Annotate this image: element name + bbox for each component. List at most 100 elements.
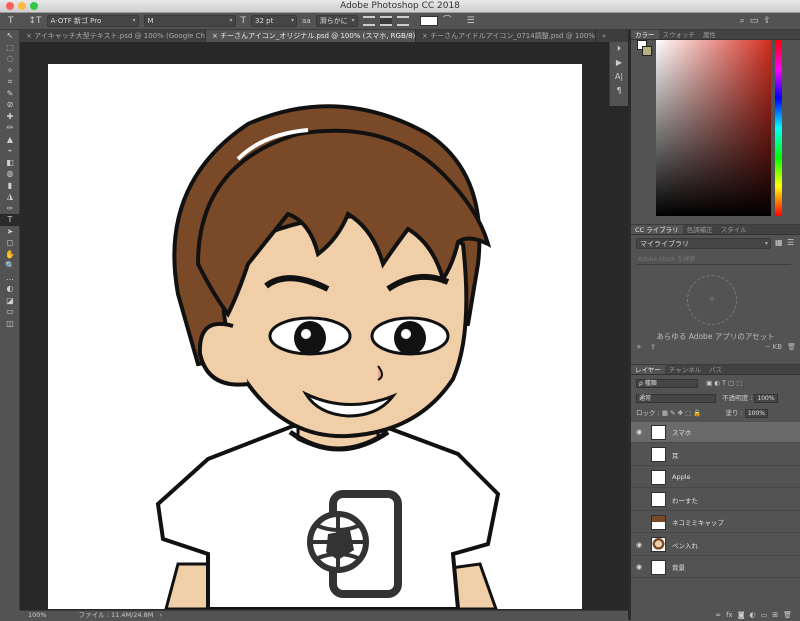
healing-tool-icon[interactable]: ✚ — [0, 111, 20, 123]
lasso-tool-icon[interactable]: ◌ — [0, 53, 20, 65]
layer-row[interactable]: 耳 — [631, 445, 800, 466]
blur-tool-icon[interactable]: ▮ — [0, 180, 20, 192]
layer-row[interactable]: ◉ ペン入れ — [631, 535, 800, 556]
layer-visibility-icon[interactable]: ◉ — [631, 541, 647, 549]
warp-text-icon[interactable]: ⌒ — [443, 15, 452, 27]
layer-visibility-icon[interactable]: ◉ — [631, 563, 647, 571]
layer-row[interactable]: Apple — [631, 467, 800, 488]
tab-document-1[interactable]: × アイキャッチ大型テキスト.psd @ 100% (Google Chro..… — [20, 30, 206, 42]
type-tool-preset-icon[interactable]: T — [8, 15, 14, 27]
opacity-input[interactable]: 100% — [754, 393, 778, 403]
hue-slider[interactable] — [775, 40, 782, 216]
type-tool-icon[interactable]: T — [0, 214, 20, 226]
layer-row[interactable]: ネコミミキャップ — [631, 512, 800, 533]
file-info[interactable]: ファイル : 11.4M/24.8M — [79, 611, 154, 619]
tab-overflow-icon[interactable]: » — [596, 30, 616, 42]
antialias-select[interactable]: 滑らかに — [315, 15, 358, 27]
layer-style-icon[interactable]: fx — [726, 609, 733, 621]
tab-paths[interactable]: パス — [705, 365, 726, 374]
tab-adjustments[interactable]: 色調補正 — [683, 225, 717, 234]
brush-tool-icon[interactable]: ✏ — [0, 122, 20, 134]
library-select[interactable]: マイライブラリ — [636, 238, 771, 249]
minimize-window-button[interactable] — [18, 2, 26, 10]
tab-color[interactable]: カラー — [631, 30, 659, 39]
text-orientation-icon[interactable]: ↕T — [29, 15, 42, 27]
document-canvas[interactable] — [48, 64, 582, 609]
workspace[interactable] — [20, 42, 628, 610]
add-asset-circle[interactable]: + — [687, 275, 737, 325]
tab-document-3[interactable]: × チーさんアイドルアイコン_0714調整.psd @ 100% (ロ... — [416, 30, 596, 42]
align-left-icon[interactable] — [362, 16, 375, 26]
dodge-tool-icon[interactable]: ◮ — [0, 191, 20, 203]
artboard-tool-icon[interactable]: ◫ — [0, 318, 20, 330]
tab-properties[interactable]: 属性 — [699, 30, 720, 39]
align-right-icon[interactable] — [396, 16, 409, 26]
workspace-icon[interactable]: ▭ — [750, 15, 759, 27]
crop-tool-icon[interactable]: ⌗ — [0, 76, 20, 88]
layer-row[interactable]: わーすた — [631, 490, 800, 511]
tab-cc-libraries[interactable]: CC ライブラリ — [631, 225, 683, 234]
trash-icon[interactable]: 🗑 — [787, 343, 796, 351]
fg-bg-swatches[interactable] — [637, 40, 652, 56]
marquee-tool-icon[interactable]: ⬚ — [0, 42, 20, 54]
zoom-tool-icon[interactable]: 🔍 — [0, 260, 20, 272]
character-panel-icon[interactable]: ☰ — [467, 15, 475, 27]
color-picker-field[interactable] — [656, 40, 771, 216]
new-group-icon[interactable]: ▭ — [761, 609, 768, 621]
stamp-tool-icon[interactable]: ▲ — [0, 134, 20, 146]
list-view-icon[interactable]: ☰ — [787, 238, 794, 247]
font-family-select[interactable]: A-OTF 新ゴ Pro — [46, 15, 139, 27]
delete-layer-icon[interactable]: 🗑 — [783, 609, 792, 621]
layer-kind-filter[interactable]: ρ 種類 — [636, 378, 698, 388]
spot-heal-tool-icon[interactable]: ⊘ — [0, 99, 20, 111]
font-size-select[interactable]: 32 pt — [251, 15, 298, 27]
play-icon[interactable]: ⏵ — [610, 42, 628, 56]
lock-icons[interactable]: ▦ ✎ ✥ ⬚ 🔒 — [662, 409, 702, 417]
more-tool-icon[interactable]: … — [0, 272, 20, 284]
font-style-select[interactable]: M — [143, 15, 236, 27]
history-brush-tool-icon[interactable]: ⌁ — [0, 145, 20, 157]
zoom-window-button[interactable] — [30, 2, 38, 10]
shape-tool-icon[interactable]: ◻ — [0, 237, 20, 249]
link-layers-icon[interactable]: ∞ — [715, 609, 721, 621]
filter-icons[interactable]: ▣ ◐ T ▢ ⬚ — [706, 379, 742, 387]
screen-mode-tool-icon[interactable]: ▭ — [0, 306, 20, 318]
tab-layers[interactable]: レイヤー — [631, 365, 665, 374]
eraser-tool-icon[interactable]: ◧ — [0, 157, 20, 169]
share-icon[interactable]: ⇪ — [763, 15, 771, 27]
tab-document-2[interactable]: × チーさんアイコン_オリジナル.psd @ 100% (スマホ, RGB/8)… — [206, 30, 416, 42]
background-color-swatch[interactable] — [642, 46, 652, 56]
paragraph-icon[interactable]: ¶ — [610, 84, 628, 98]
gradient-tool-icon[interactable]: ◍ — [0, 168, 20, 180]
add-content-icon[interactable]: + — [636, 343, 642, 351]
tab-swatches[interactable]: スウォッチ — [659, 30, 700, 39]
blend-mode-select[interactable]: 通常 — [636, 393, 716, 403]
adjustment-layer-icon[interactable]: ◐ — [750, 609, 756, 621]
quick-select-tool-icon[interactable]: ✧ — [0, 65, 20, 77]
eyedropper-tool-icon[interactable]: ✎ — [0, 88, 20, 100]
path-select-tool-icon[interactable]: ➤ — [0, 226, 20, 238]
close-window-button[interactable] — [6, 2, 14, 10]
layer-visibility-icon[interactable]: ◉ — [631, 428, 647, 436]
align-center-icon[interactable] — [379, 16, 392, 26]
tab-channels[interactable]: チャンネル — [665, 365, 705, 374]
new-layer-icon[interactable]: ⊞ — [772, 609, 778, 621]
move-tool-icon[interactable]: ↖ — [0, 30, 20, 42]
actions-icon[interactable]: ▶ — [610, 56, 628, 70]
tab-styles[interactable]: スタイル — [717, 225, 751, 234]
zoom-level[interactable]: 100% — [28, 611, 47, 619]
layer-row[interactable]: ◉ 背景 — [631, 557, 800, 578]
fill-input[interactable]: 100% — [744, 408, 768, 418]
quick-mask-tool-icon[interactable]: ◪ — [0, 295, 20, 307]
library-search-input[interactable]: Adobe Stock を検索 — [636, 255, 791, 265]
file-info-arrow-icon[interactable]: › — [159, 611, 162, 619]
text-color-swatch[interactable] — [419, 16, 438, 26]
search-icon[interactable]: ⌕ — [740, 15, 745, 27]
upload-icon[interactable]: ⇪ — [650, 343, 656, 351]
add-mask-icon[interactable]: ◙ — [738, 609, 745, 621]
character-icon[interactable]: A| — [610, 70, 628, 84]
grid-view-icon[interactable]: ▦ — [775, 238, 783, 247]
hand-tool-icon[interactable]: ✋ — [0, 249, 20, 261]
fg-bg-tool-icon[interactable]: ◐ — [0, 283, 20, 295]
pen-tool-icon[interactable]: ✑ — [0, 203, 20, 215]
